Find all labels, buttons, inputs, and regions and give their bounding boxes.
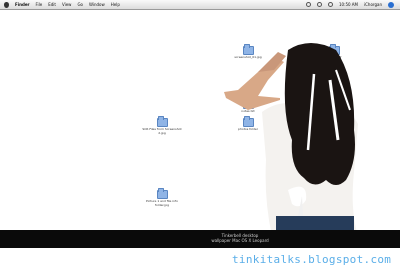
menu-bar: Finder File Edit View Go Window Help 10:… [0,0,400,10]
desktop-icon-label: Picture 1 and file info folder.jpg [146,199,178,207]
wifi-icon[interactable] [306,2,311,7]
file-icon [156,116,168,127]
file-icon [156,188,168,199]
menu-clock[interactable]: 10:50 AM [339,0,358,9]
menu-window[interactable]: Window [89,0,105,9]
menu-go[interactable]: Go [77,0,83,9]
spotlight-icon[interactable] [388,1,394,8]
wallpaper-photo [224,43,358,236]
blog-watermark: tinkitalks.blogspot.com [232,253,392,266]
desktop-icon[interactable]: SCR Files from Screenshot 2.jpg [142,116,182,135]
menu-finder[interactable]: Finder [15,0,30,9]
menu-file[interactable]: File [36,0,43,9]
apple-menu-icon[interactable] [4,1,9,8]
menu-user[interactable]: iChorgan [364,0,382,9]
caption-line-2: wallpaper Mac OS X Leopard [211,238,269,243]
wallpaper-caption: Tinkerbell desktop wallpaper Mac OS X Le… [180,233,300,243]
desktop-icon-label: SCR Files from Screenshot 2.jpg [142,127,182,135]
volume-icon[interactable] [317,2,322,7]
battery-icon[interactable] [328,2,333,7]
menu-help[interactable]: Help [111,0,120,9]
desktop-icon[interactable]: Picture 1 and file info folder.jpg [142,188,182,207]
menu-edit[interactable]: Edit [48,0,56,9]
menu-view[interactable]: View [62,0,72,9]
